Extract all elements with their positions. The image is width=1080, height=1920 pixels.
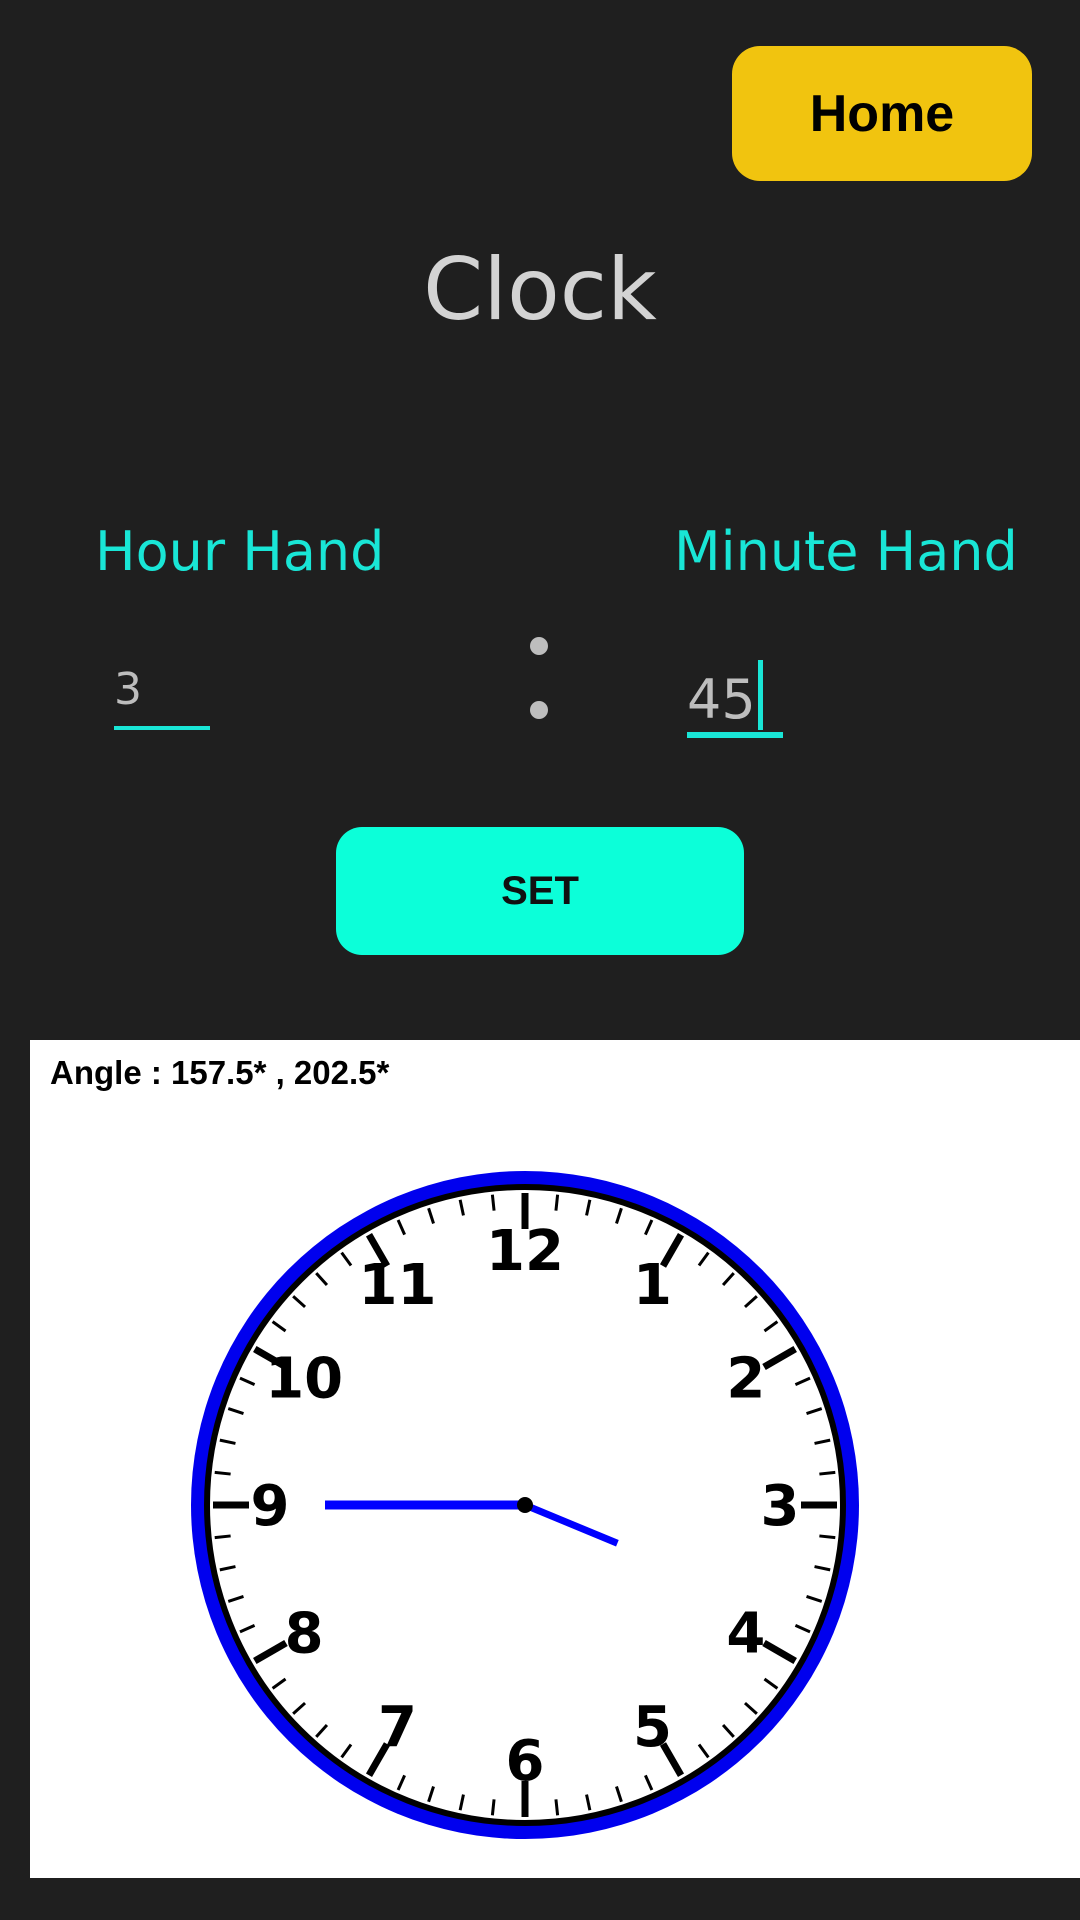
clock-center-pin — [517, 1497, 533, 1513]
home-button[interactable]: Home — [732, 46, 1032, 181]
colon-dot-top — [530, 637, 548, 655]
clock-minute-tick — [554, 1194, 560, 1211]
hour-input-value: 3 — [114, 664, 142, 715]
clock-numeral-12: 12 — [486, 1219, 564, 1284]
clock-numeral-3: 3 — [761, 1474, 800, 1539]
clock-numeral-5: 5 — [633, 1695, 672, 1760]
colon-dot-bottom — [530, 701, 548, 719]
minute-input[interactable]: 45 — [687, 660, 783, 738]
hour-hand-label: Hour Hand — [95, 520, 385, 583]
clock-minute-tick — [214, 1470, 231, 1476]
clock-numeral-6: 6 — [506, 1729, 545, 1794]
clock-numeral-10: 10 — [265, 1347, 343, 1412]
clock-numeral-8: 8 — [285, 1602, 324, 1667]
set-button[interactable]: SET — [336, 827, 744, 955]
clock-numeral-4: 4 — [726, 1602, 765, 1667]
minute-hand-label: Minute Hand — [674, 520, 1018, 583]
clock-numeral-9: 9 — [251, 1474, 290, 1539]
clock-minute-tick — [819, 1534, 836, 1540]
clock-minute-tick — [214, 1534, 231, 1540]
text-caret — [757, 660, 763, 730]
clock-numeral-1: 1 — [633, 1253, 672, 1318]
clock-numeral-7: 7 — [378, 1695, 417, 1760]
clock-numeral-11: 11 — [359, 1253, 437, 1318]
clock-panel: Angle : 157.5* , 202.5* 12 1 2 3 4 5 6 7 8 9 10 11 — [30, 1040, 1080, 1878]
clock-minute-tick — [490, 1194, 496, 1211]
clock-minute-tick — [490, 1799, 496, 1816]
page-title: Clock — [423, 240, 657, 340]
clock-minute-tick — [554, 1799, 560, 1816]
analog-clock: 12 12 3 45 6 78 9 1011 — [191, 1171, 859, 1839]
hour-input[interactable]: 3 — [114, 664, 210, 730]
clock-screen: Home Clock Hour Hand Minute Hand 3 45 SE… — [0, 0, 1080, 1920]
minute-input-value: 45 — [687, 668, 756, 731]
clock-minute-tick — [819, 1470, 836, 1476]
clock-numeral-2: 2 — [726, 1347, 765, 1412]
